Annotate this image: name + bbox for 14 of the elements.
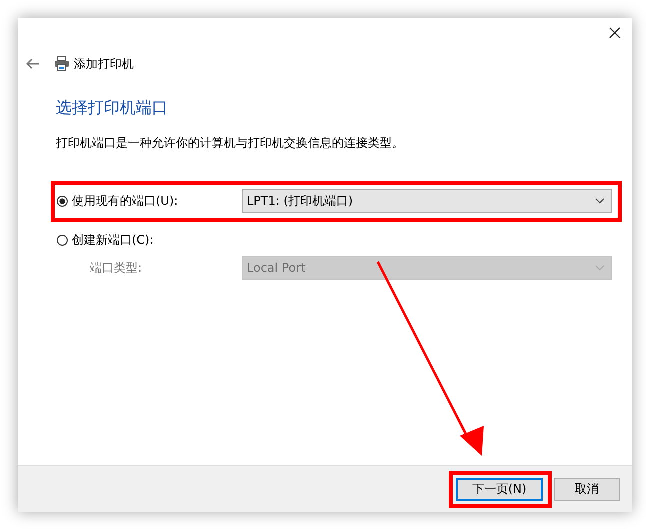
page-heading: 选择打印机端口 xyxy=(56,98,169,119)
radio-option[interactable]: 使用现有的端口(U): xyxy=(57,192,242,210)
back-arrow-icon[interactable] xyxy=(26,58,40,70)
cancel-button[interactable]: 取消 xyxy=(554,478,620,500)
close-icon[interactable] xyxy=(608,26,622,40)
description-text: 打印机端口是一种允许你的计算机与打印机交换信息的连接类型。 xyxy=(56,135,405,152)
port-type-label: 端口类型: xyxy=(90,260,144,276)
radio-option[interactable]: 创建新端口(C): xyxy=(57,232,242,248)
next-button[interactable]: 下一页(N) xyxy=(456,478,543,500)
printer-icon xyxy=(54,56,70,72)
chevron-down-icon xyxy=(595,265,605,271)
chevron-down-icon xyxy=(595,198,605,204)
port-dropdown[interactable]: LPT1: (打印机端口) xyxy=(242,189,612,213)
window-title: 添加打印机 xyxy=(74,56,134,72)
